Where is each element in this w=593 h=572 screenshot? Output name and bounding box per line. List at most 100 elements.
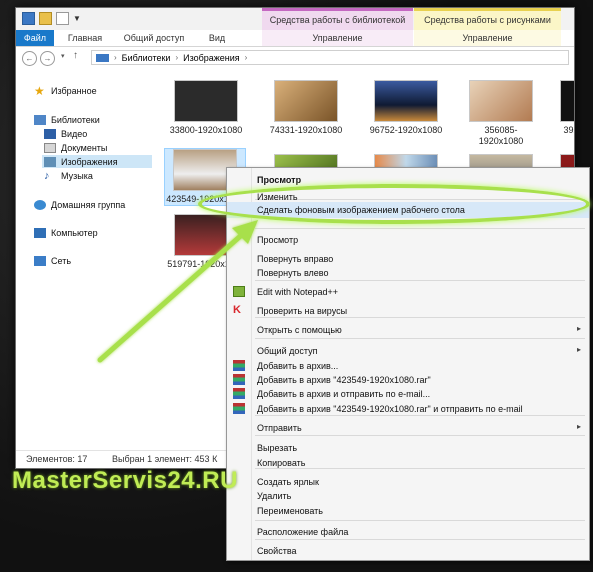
item-count: Элементов: 17 — [26, 454, 88, 464]
winrar-icon — [233, 374, 245, 385]
computer-icon — [34, 227, 46, 238]
up-button[interactable]: ↑ — [73, 50, 78, 61]
tab-share[interactable]: Общий доступ — [114, 30, 194, 46]
breadcrumb-libraries[interactable]: Библиотеки — [122, 53, 171, 63]
documents-icon — [44, 142, 56, 153]
thumbnail-caption: 33800-1920x1080 — [169, 125, 243, 135]
tab-view[interactable]: Вид — [198, 30, 236, 46]
menu-item[interactable]: Добавить в архив "423549-1920x1080.rar" … — [227, 401, 589, 417]
sidebar-item-video[interactable]: Видео — [44, 127, 87, 140]
menu-separator — [255, 520, 585, 521]
back-button[interactable]: ← — [22, 51, 37, 66]
menu-item[interactable]: Расположение файла — [227, 524, 589, 540]
winrar-icon — [233, 403, 245, 414]
sidebar-item-music[interactable]: ♪ Музыка — [44, 169, 93, 182]
sidebar-item-images[interactable]: Изображения — [42, 155, 152, 168]
menu-item[interactable]: Копировать — [227, 455, 589, 471]
thumbnail-caption: 74331-1920x1080 — [269, 125, 343, 135]
sidebar-item-label: Избранное — [51, 85, 97, 96]
breadcrumb[interactable]: › Библиотеки › Изображения › — [91, 50, 569, 65]
menu-item-label: Отправить — [257, 423, 302, 433]
selection-info: Выбран 1 элемент: 453 К — [112, 454, 218, 464]
recent-locations-dropdown[interactable]: ▾ — [61, 52, 65, 60]
menu-item[interactable]: Добавить в архив и отправить по e-mail..… — [227, 386, 589, 402]
menu-item-label: Переименовать — [257, 506, 323, 516]
sidebar-item-network[interactable]: Сеть — [34, 254, 71, 267]
winrar-icon — [233, 388, 245, 399]
sidebar-item-label: Библиотеки — [51, 114, 100, 125]
menu-item[interactable]: Повернуть влево — [227, 265, 589, 281]
breadcrumb-separator-icon[interactable]: › — [245, 53, 248, 62]
menu-item-label: Добавить в архив "423549-1920x1080.rar" … — [257, 404, 523, 414]
breadcrumb-separator-icon[interactable]: › — [114, 53, 117, 62]
menu-item-label: Добавить в архив и отправить по e-mail..… — [257, 389, 431, 399]
thumbnail-item[interactable]: 356085-1920x1080 — [466, 80, 536, 147]
tab-home[interactable]: Главная — [60, 30, 110, 46]
menu-item[interactable]: K Проверить на вирусы — [227, 303, 589, 319]
thumbnail-item[interactable]: 96752-1920x1080 — [366, 80, 446, 136]
sidebar-item-libraries[interactable]: Библиотеки — [34, 113, 100, 126]
menu-separator — [255, 338, 585, 339]
menu-item-label: Повернуть вправо — [257, 254, 334, 264]
navigation-pane: ★ Избранное Библиотеки Видео Документы И… — [16, 72, 154, 447]
menu-item[interactable]: Переименовать — [227, 503, 589, 519]
sidebar-item-favorites[interactable]: ★ Избранное — [34, 84, 97, 97]
menu-item-label: Расположение файла — [257, 527, 349, 537]
menu-item-label: Общий доступ — [257, 346, 318, 356]
menu-item[interactable]: Отправить ▸ — [227, 420, 589, 436]
new-folder-icon[interactable] — [39, 12, 52, 25]
menu-item[interactable]: Edit with Notepad++ — [227, 284, 589, 300]
homegroup-icon — [34, 199, 46, 210]
menu-item-label: Копировать — [257, 458, 306, 468]
title-bar: ▼ Средства работы с библиотекой Средства… — [16, 8, 574, 30]
thumbnail-item[interactable]: 33800-1920x1080 — [166, 80, 246, 136]
sidebar-item-label: Домашняя группа — [51, 199, 126, 210]
sidebar-item-label: Изображения — [61, 156, 118, 167]
tab-file[interactable]: Файл — [16, 30, 54, 46]
site-watermark: MasterServis24.RU — [12, 467, 238, 494]
menu-item[interactable]: Общий доступ ▸ — [227, 343, 589, 359]
thumbnail-image — [274, 80, 338, 122]
properties-icon[interactable] — [56, 12, 69, 25]
menu-item[interactable]: Открыть с помощью ▸ — [227, 322, 589, 338]
menu-item[interactable]: Свойства — [227, 543, 589, 559]
menu-item-label: Просмотр — [257, 235, 299, 245]
sidebar-item-documents[interactable]: Документы — [44, 141, 107, 154]
tab-manage-picture[interactable]: Управление — [414, 30, 561, 46]
thumbnail-item[interactable]: 74331-1920x1080 — [266, 80, 346, 136]
chevron-right-icon: ▸ — [576, 324, 581, 333]
breadcrumb-images[interactable]: Изображения — [183, 53, 240, 63]
menu-item[interactable]: Вырезать — [227, 440, 589, 456]
menu-item-label: Просмотр — [257, 175, 302, 185]
menu-item-label: Удалить — [257, 491, 292, 501]
menu-separator — [255, 228, 585, 229]
kaspersky-icon: K — [233, 304, 241, 316]
video-icon — [44, 128, 56, 139]
star-icon: ★ — [34, 83, 45, 98]
thumbnail-item[interactable]: 39277 — [556, 80, 574, 136]
sidebar-item-label: Музыка — [61, 170, 93, 181]
thumbnail-caption: 96752-1920x1080 — [369, 125, 443, 135]
context-menu: Просмотр Изменить Сделать фоновым изображе… — [226, 167, 590, 561]
menu-item[interactable]: Удалить — [227, 488, 589, 504]
sidebar-item-computer[interactable]: Компьютер — [34, 226, 98, 239]
chevron-right-icon: ▸ — [576, 422, 581, 431]
menu-item-label: Edit with Notepad++ — [257, 287, 339, 297]
menu-item[interactable]: Просмотр — [227, 232, 589, 248]
forward-button[interactable]: → — [40, 51, 55, 66]
highlight-ellipse-annotation — [198, 184, 590, 224]
tab-manage-library[interactable]: Управление — [262, 30, 413, 46]
thumbnail-caption: 356085-1920x1080 — [478, 125, 524, 146]
sidebar-item-homegroup[interactable]: Домашняя группа — [34, 198, 125, 211]
thumbnail-image — [560, 80, 574, 122]
breadcrumb-separator-icon[interactable]: › — [175, 53, 178, 62]
sidebar-item-label: Компьютер — [51, 227, 98, 238]
sidebar-item-label: Видео — [61, 128, 88, 139]
notepad-icon — [233, 286, 245, 297]
menu-item-label: Создать ярлык — [257, 477, 319, 487]
images-icon — [44, 156, 56, 167]
chevron-down-icon[interactable]: ▼ — [73, 13, 81, 24]
library-icon — [34, 114, 46, 125]
menu-item-label: Добавить в архив "423549-1920x1080.rar" — [257, 375, 431, 385]
window-icon[interactable] — [22, 12, 35, 25]
